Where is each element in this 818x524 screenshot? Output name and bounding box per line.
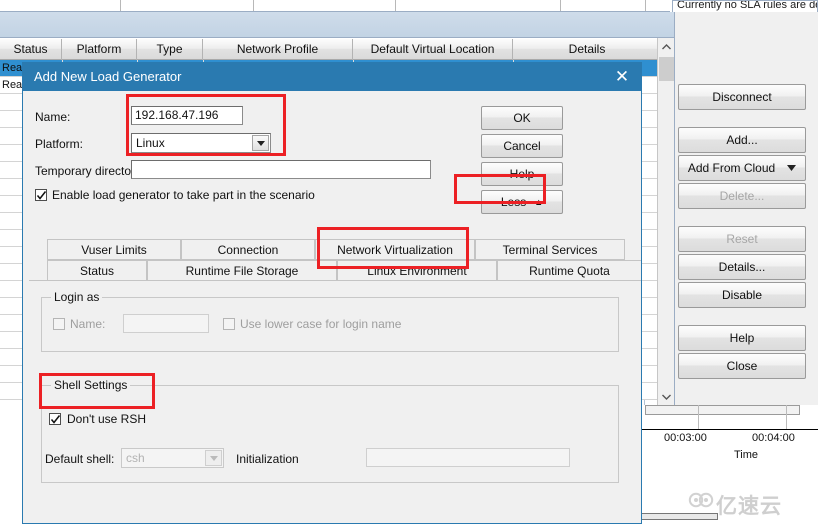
load-generators-table-header: Status Platform Type Network Profile Default…: [0, 38, 662, 60]
chart-top-scrollbar[interactable]: [645, 405, 800, 415]
close-button[interactable]: Close: [678, 353, 806, 379]
default-shell-value: csh: [126, 451, 145, 465]
button-label: Reset: [726, 232, 758, 246]
button-label: Disconnect: [712, 90, 772, 104]
table-column-header[interactable]: Status: [0, 39, 62, 60]
use-lower-case-label: Use lower case for login name: [240, 317, 402, 331]
table-column-header[interactable]: Type: [137, 39, 203, 60]
tab-terminal-services[interactable]: Terminal Services: [475, 239, 625, 260]
enable-load-generator-label: Enable load generator to take part in th…: [52, 188, 315, 202]
login-name-input[interactable]: [123, 314, 209, 333]
tab-runtime-file-storage[interactable]: Runtime File Storage: [147, 260, 337, 281]
table-column-header[interactable]: Details: [513, 39, 662, 60]
chart-x-axis: [638, 429, 818, 430]
button-label: Less: [500, 195, 527, 209]
tab-label: Linux Environment: [367, 263, 467, 278]
button-label: Close: [726, 359, 758, 373]
platform-combobox-value: Linux: [136, 136, 165, 150]
button-label: Cancel: [503, 139, 541, 153]
temporary-directory-label: Temporary directory:: [35, 164, 145, 178]
temporary-directory-input[interactable]: [131, 160, 431, 179]
tab-connection[interactable]: Connection: [181, 239, 315, 260]
background-top-grid-strip: [0, 0, 670, 12]
help-button[interactable]: Help: [678, 325, 806, 351]
tab-label: Connection: [217, 242, 279, 257]
add-new-load-generator-dialog: Add New Load Generator ✕ Name: 192.168.4…: [22, 62, 642, 524]
tab-label: Runtime File Storage: [185, 263, 299, 278]
shell-settings-group-label: Shell Settings: [51, 378, 131, 392]
chevron-down-icon[interactable]: [787, 163, 797, 173]
chart-bottom-bar: [638, 513, 718, 520]
login-name-checkbox[interactable]: [53, 318, 65, 330]
table-column-header[interactable]: Platform: [62, 39, 137, 60]
tab-status[interactable]: Status: [47, 260, 147, 281]
tab-strip: Vuser Limits Connection Network Virtualiza…: [29, 239, 641, 281]
watermark-text: 亿速云: [716, 494, 782, 518]
chart-gridline: [786, 405, 787, 429]
cancel-button[interactable]: Cancel: [481, 134, 563, 158]
button-label: OK: [513, 111, 531, 125]
default-shell-combobox[interactable]: csh: [121, 448, 224, 468]
platform-combobox[interactable]: Linux: [131, 133, 271, 153]
tab-linux-environment[interactable]: Linux Environment: [337, 260, 497, 281]
name-input[interactable]: 192.168.47.196: [131, 106, 243, 125]
button-label: Help: [729, 331, 755, 345]
chart-x-tick-1: 00:04:00: [752, 432, 795, 444]
button-label: Help: [509, 167, 535, 181]
delete-button: Delete...: [678, 183, 806, 209]
table-column-header[interactable]: Network Profile: [203, 39, 353, 60]
dialog-title: Add New Load Generator: [34, 69, 182, 84]
arrow-up-icon: ▲: [534, 197, 544, 207]
tab-label: Terminal Services: [502, 242, 598, 257]
shell-settings-group: [41, 385, 619, 483]
login-name-label: Name:: [70, 317, 106, 331]
button-label: Add...: [726, 133, 758, 147]
tab-label: Network Virtualization: [337, 242, 453, 257]
table-column-header[interactable]: Default Virtual Location: [353, 39, 513, 60]
scroll-down-icon[interactable]: [658, 388, 674, 405]
tab-label: Vuser Limits: [81, 242, 147, 257]
sla-tooltip-text: Currently no SLA rules are de: [677, 0, 818, 11]
platform-label: Platform:: [35, 137, 84, 151]
chevron-down-icon[interactable]: [205, 450, 222, 466]
dont-use-rsh-checkbox[interactable]: [49, 413, 61, 425]
dialog-body: Name: 192.168.47.196 Platform: Linux Tem…: [23, 91, 641, 523]
reset-button: Reset: [678, 226, 806, 252]
scroll-up-icon[interactable]: [658, 38, 674, 55]
less-button[interactable]: Less ▲: [481, 190, 563, 214]
chart-x-tick-0: 00:03:00: [664, 432, 707, 444]
tab-vuser-limits[interactable]: Vuser Limits: [47, 239, 181, 260]
chart-gridline: [698, 405, 699, 429]
chevron-down-icon[interactable]: [252, 135, 269, 151]
disconnect-button[interactable]: Disconnect: [678, 84, 806, 110]
tab-runtime-quota[interactable]: Runtime Quota: [497, 260, 641, 281]
watermark-icon: [688, 490, 714, 510]
dialog-title-bar: Add New Load Generator ✕: [23, 63, 641, 91]
button-label: Delete...: [719, 189, 765, 203]
button-label: Disable: [721, 288, 763, 302]
tab-network-virtualization[interactable]: Network Virtualization: [315, 239, 475, 260]
disable-button[interactable]: Disable: [678, 282, 806, 308]
button-label: Details...: [718, 260, 766, 274]
table-vertical-scrollbar[interactable]: [657, 38, 674, 405]
enable-load-generator-checkbox[interactable]: [35, 189, 47, 201]
add-from-cloud-button[interactable]: Add From Cloud: [678, 155, 806, 181]
chart-x-axis-label: Time: [734, 449, 759, 461]
tab-label: Runtime Quota: [529, 263, 610, 278]
name-label: Name:: [35, 110, 71, 124]
use-lower-case-checkbox[interactable]: [223, 318, 235, 330]
scrollbar-thumb[interactable]: [659, 57, 674, 81]
login-as-group-label: Login as: [51, 290, 103, 304]
default-shell-label: Default shell:: [45, 452, 115, 466]
button-label: Add From Cloud: [687, 161, 776, 175]
help-button[interactable]: Help: [481, 162, 563, 186]
ok-button[interactable]: OK: [481, 106, 563, 130]
details-button[interactable]: Details...: [678, 254, 806, 280]
initialization-input[interactable]: [366, 448, 570, 467]
dont-use-rsh-label: Don't use RSH: [67, 412, 146, 426]
close-icon[interactable]: ✕: [609, 66, 635, 88]
tab-label: Status: [79, 263, 115, 278]
add-button[interactable]: Add...: [678, 127, 806, 153]
initialization-label: Initialization: [236, 452, 299, 466]
